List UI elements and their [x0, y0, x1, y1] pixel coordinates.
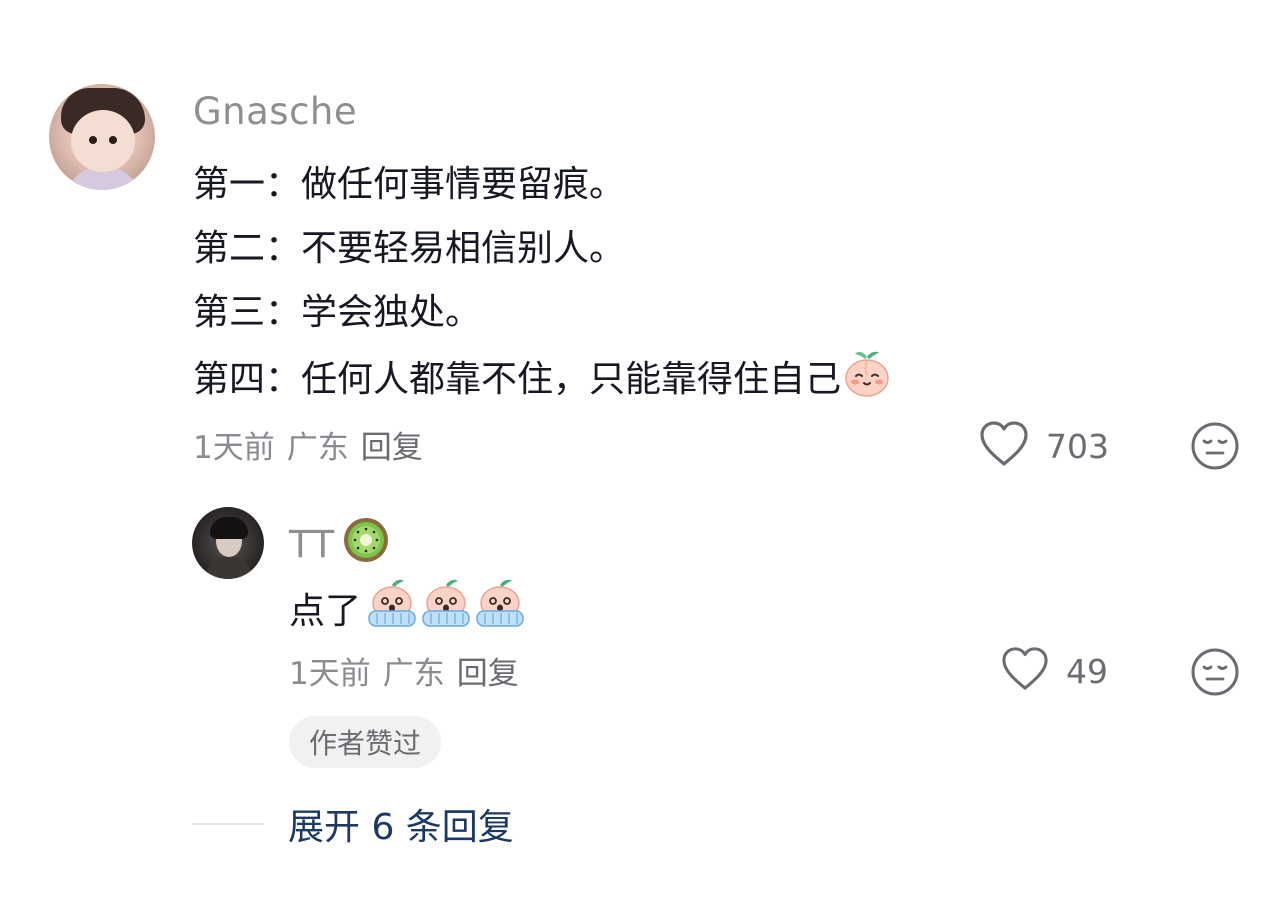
divider	[192, 823, 264, 825]
reply-text-row: 点了	[289, 577, 527, 638]
reply-location: 广东	[382, 656, 445, 692]
dislike-face-icon[interactable]	[1189, 420, 1241, 476]
reply-text: 点了	[289, 590, 362, 632]
like-count: 49	[1066, 651, 1108, 691]
avatar-gnasche[interactable]	[49, 84, 155, 190]
reply-emojis	[365, 577, 527, 638]
comment-meta: 1天前 广东 回复	[193, 422, 423, 467]
avatar-eye	[89, 136, 97, 144]
avatar-eye	[109, 136, 117, 144]
like-count: 703	[1046, 426, 1109, 466]
comment-time: 1天前	[193, 430, 275, 466]
avatar-tt[interactable]	[192, 507, 264, 579]
reply-button[interactable]: 回复	[457, 656, 519, 692]
heart-icon[interactable]	[978, 420, 1030, 472]
dislike-face-icon[interactable]	[1189, 646, 1241, 702]
like-button[interactable]: 703	[978, 420, 1109, 472]
peach-crying-emoji	[419, 577, 473, 638]
comment-text-line: 第四：任何人都靠不住，只能靠得住自己	[193, 347, 893, 408]
avatar-body	[206, 557, 252, 579]
peach-crying-emoji	[365, 577, 419, 638]
heart-icon[interactable]	[1000, 646, 1050, 696]
comment-text-line: 第一：做任何事情要留痕。	[193, 164, 626, 205]
avatar-hair	[210, 517, 248, 539]
reply-username-row[interactable]: TT	[289, 515, 391, 574]
reply-button[interactable]: 回复	[361, 430, 423, 466]
reply-username[interactable]: TT	[289, 523, 335, 566]
comment-text-line: 第二：不要轻易相信别人。	[193, 228, 626, 269]
reply-meta: 1天前 广东 回复	[289, 648, 519, 693]
comment-text-line-content: 第四：任何人都靠不住，只能靠得住自己	[193, 359, 842, 400]
comment-text-line: 第三：学会独处。	[193, 292, 482, 333]
comment-location: 广东	[286, 430, 349, 466]
kiwi-emoji	[341, 515, 391, 574]
like-button[interactable]: 49	[1000, 646, 1108, 696]
peach-crying-emoji	[473, 577, 527, 638]
expand-replies-button[interactable]: 展开 6 条回复	[288, 798, 514, 850]
reply-time: 1天前	[289, 656, 371, 692]
comment-username[interactable]: Gnasche	[193, 90, 357, 133]
expand-replies-row[interactable]: 展开 6 条回复	[192, 798, 514, 850]
peach-smile-emoji	[841, 347, 893, 408]
avatar-face	[71, 110, 135, 172]
author-liked-badge: 作者赞过	[289, 716, 442, 768]
